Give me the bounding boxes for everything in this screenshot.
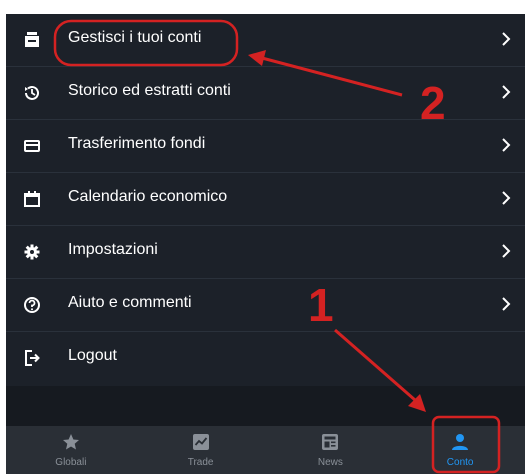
menu-item-label: Aiuto e commenti bbox=[68, 294, 192, 311]
menu-item-help-feedback[interactable]: Aiuto e commenti bbox=[6, 279, 525, 332]
menu-item-history-statements[interactable]: Storico ed estratti conti bbox=[6, 67, 525, 120]
menu-item-fund-transfer[interactable]: Trasferimento fondi bbox=[6, 120, 525, 173]
annotation-step-1: 1 bbox=[308, 279, 334, 331]
logout-icon bbox=[20, 346, 44, 370]
annotation-step-2: 2 bbox=[420, 77, 446, 129]
tab-label: News bbox=[317, 457, 343, 468]
gear-icon bbox=[20, 240, 44, 264]
tab-conto[interactable]: Conto bbox=[395, 426, 525, 474]
bottom-tab-bar: Globali Trade News Conto bbox=[6, 426, 525, 474]
tab-label: Trade bbox=[187, 457, 214, 468]
chevron-right-icon bbox=[499, 295, 513, 313]
calendar-icon bbox=[20, 187, 44, 211]
chart-icon bbox=[191, 432, 211, 452]
menu-item-label: Impostazioni bbox=[68, 241, 158, 258]
menu-item-label: Storico ed estratti conti bbox=[68, 82, 231, 99]
news-icon bbox=[320, 432, 340, 452]
chevron-right-icon bbox=[499, 189, 513, 207]
menu-item-label: Trasferimento fondi bbox=[68, 135, 206, 152]
menu-item-settings[interactable]: Impostazioni bbox=[6, 226, 525, 279]
menu-item-manage-accounts[interactable]: Gestisci i tuoi conti bbox=[6, 14, 525, 67]
tab-trade[interactable]: Trade bbox=[136, 426, 266, 474]
menu-item-logout[interactable]: Logout bbox=[6, 332, 525, 384]
tab-label: Conto bbox=[446, 457, 474, 468]
help-icon bbox=[20, 293, 44, 317]
menu-item-economic-calendar[interactable]: Calendario economico bbox=[6, 173, 525, 226]
user-icon bbox=[450, 432, 470, 452]
menu-item-label: Gestisci i tuoi conti bbox=[68, 29, 202, 46]
menu-spacer bbox=[6, 386, 525, 426]
chevron-right-icon bbox=[499, 242, 513, 260]
tab-news[interactable]: News bbox=[266, 426, 396, 474]
menu-item-label: Logout bbox=[68, 347, 117, 364]
menu-item-label: Calendario economico bbox=[68, 188, 228, 205]
wallet-icon bbox=[20, 28, 44, 52]
tab-label: Globali bbox=[55, 457, 87, 468]
chevron-right-icon bbox=[499, 136, 513, 154]
app-window: Gestisci i tuoi conti Storico ed estratt… bbox=[6, 14, 525, 474]
chevron-right-icon bbox=[499, 83, 513, 101]
chevron-right-icon bbox=[499, 30, 513, 48]
tab-globali[interactable]: Globali bbox=[6, 426, 136, 474]
credit-card-icon bbox=[20, 134, 44, 158]
history-icon bbox=[20, 81, 44, 105]
star-icon bbox=[61, 432, 81, 452]
